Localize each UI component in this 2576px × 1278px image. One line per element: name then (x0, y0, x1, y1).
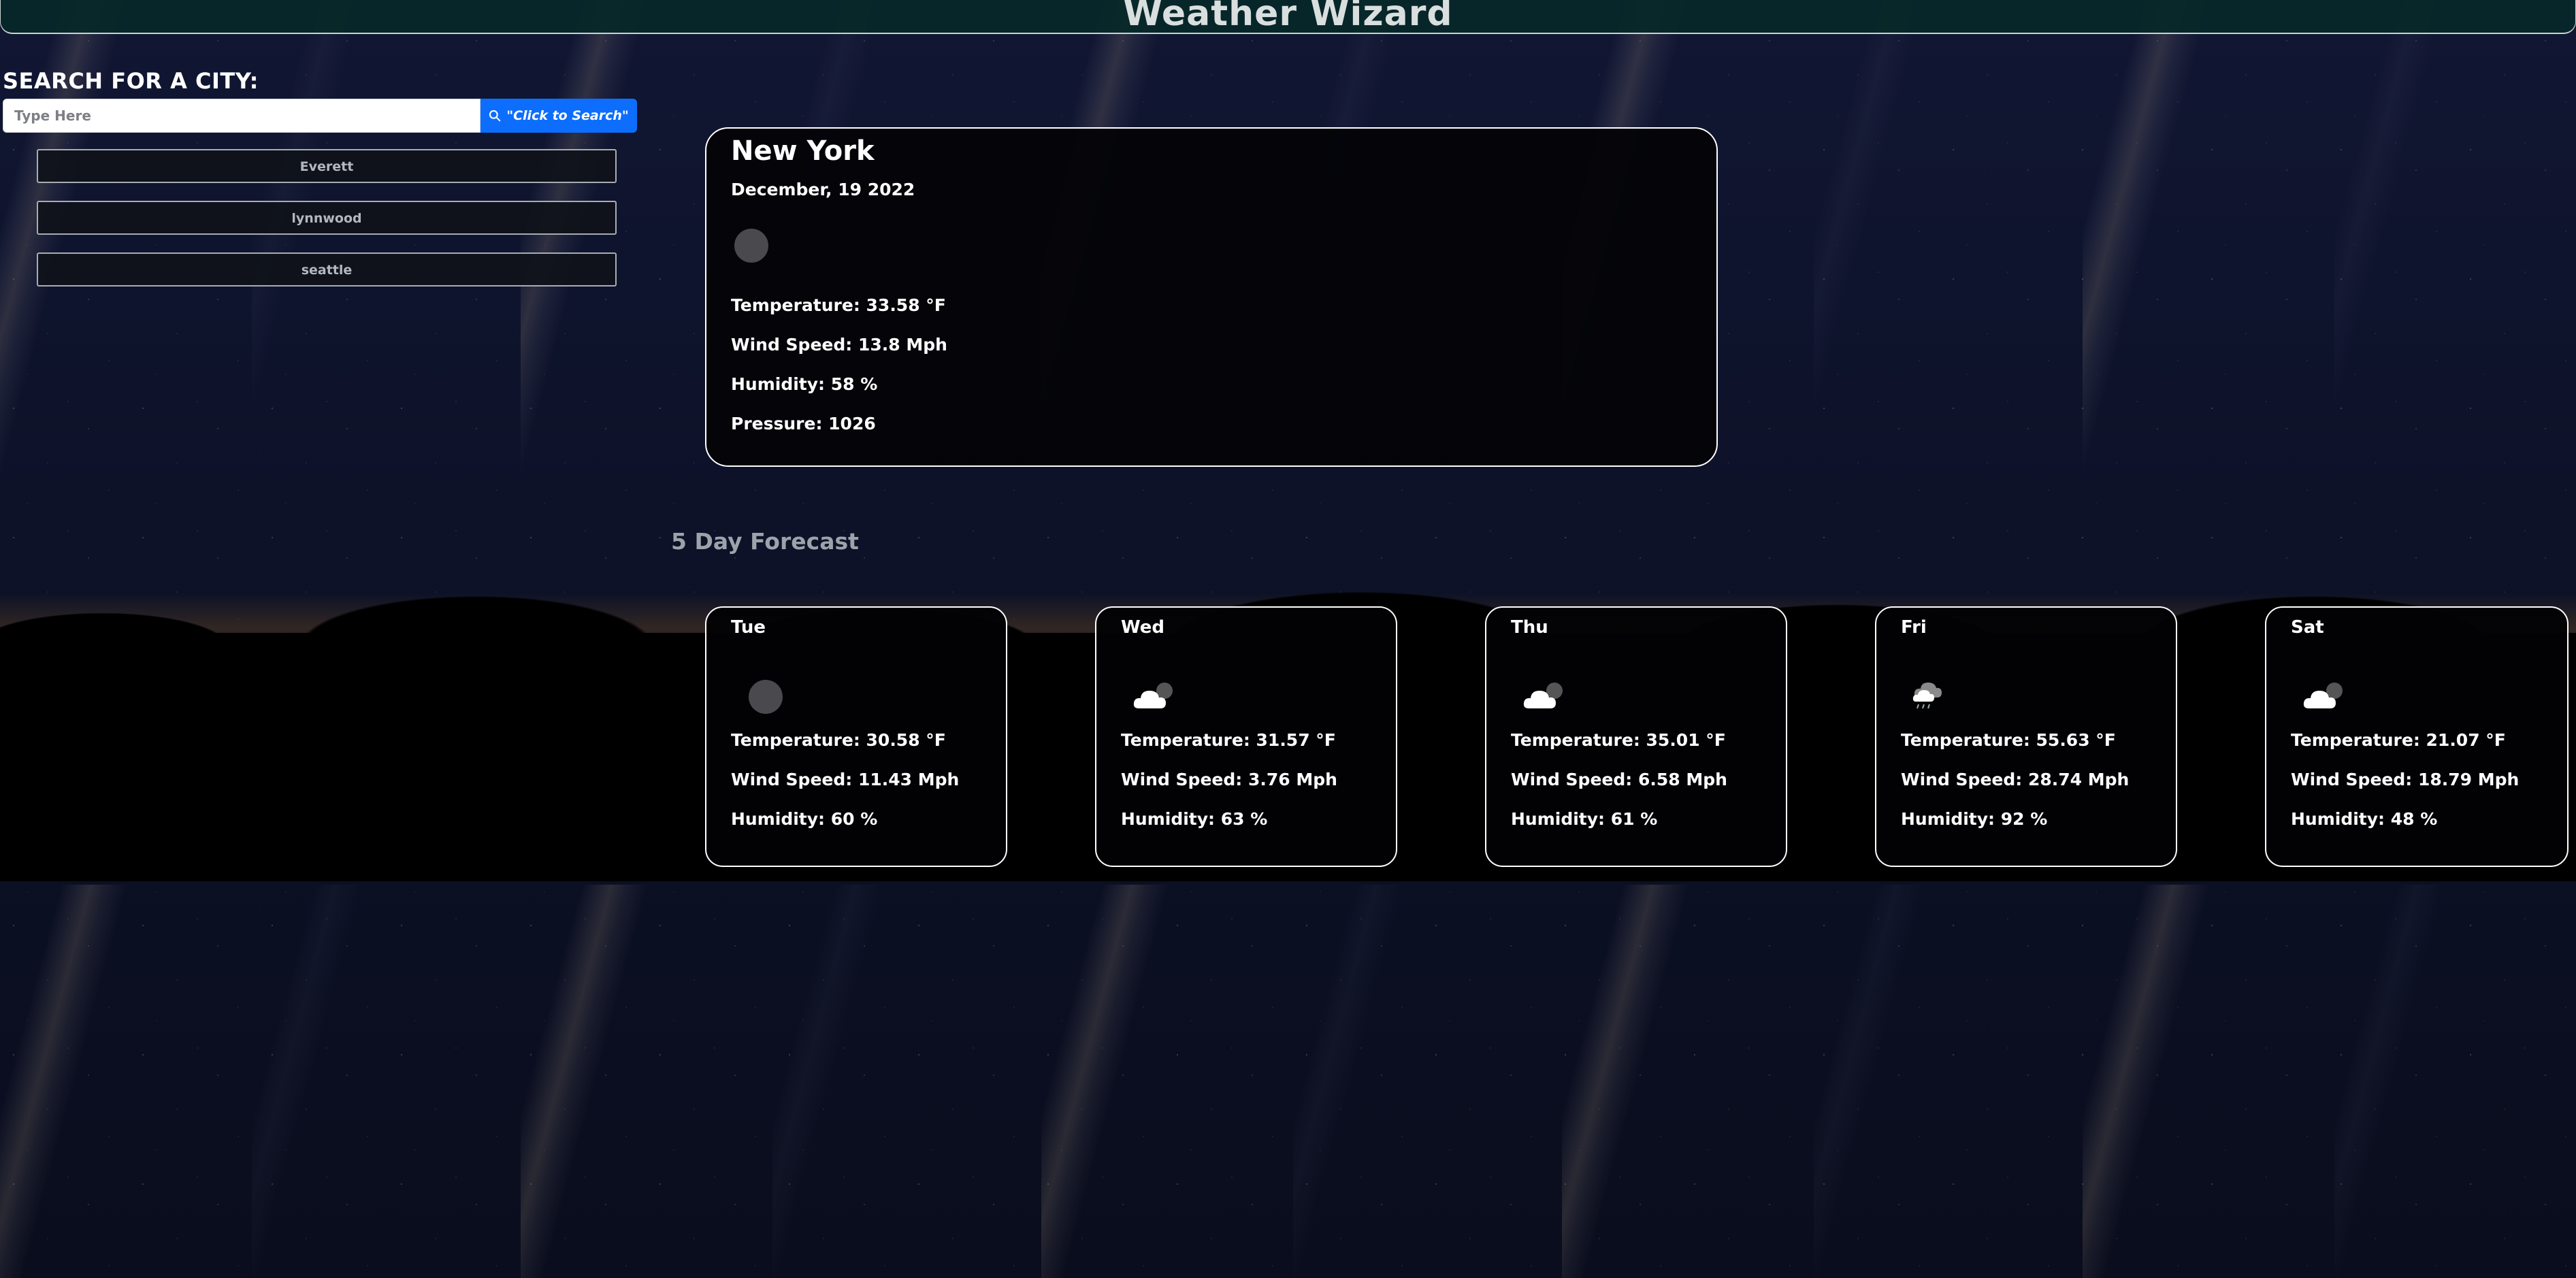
forecast-wind-speed: Wind Speed: 11.43 Mph (731, 770, 960, 789)
app-header: Weather Wizard (0, 0, 2576, 34)
forecast-day: Wed (1121, 617, 1164, 638)
forecast-day: Fri (1901, 617, 1927, 638)
moon-icon (734, 229, 768, 263)
forecast-title: 5 Day Forecast (671, 528, 859, 555)
forecast-wind-speed: Wind Speed: 28.74 Mph (1901, 770, 2130, 789)
current-weather-card: New York December, 19 2022 Temperature: … (705, 127, 1718, 467)
search-bar: "Click to Search" (3, 99, 637, 133)
forecast-day: Thu (1511, 617, 1548, 638)
forecast-temperature: Temperature: 31.57 °F (1121, 730, 1336, 750)
forecast-card-fri: Fri Temperature: 55.63 °F Wind Speed: 28… (1875, 606, 2177, 867)
search-label: SEARCH FOR A CITY: (3, 68, 259, 94)
search-history: Everett lynnwood seattle (37, 149, 617, 304)
forecast-temperature: Temperature: 30.58 °F (731, 730, 946, 750)
forecast-day: Sat (2291, 617, 2324, 638)
forecast-wind-speed: Wind Speed: 18.79 Mph (2291, 770, 2520, 789)
history-item-everett[interactable]: Everett (37, 149, 617, 183)
current-city: New York (731, 135, 875, 167)
history-item-seattle[interactable]: seattle (37, 252, 617, 286)
history-item-lynnwood[interactable]: lynnwood (37, 201, 617, 235)
search-button[interactable]: "Click to Search" (480, 99, 637, 133)
current-humidity: Humidity: 58 % (731, 374, 878, 394)
rain-cloud-icon (1912, 683, 1942, 709)
current-date: December, 19 2022 (731, 180, 915, 199)
forecast-humidity: Humidity: 92 % (1901, 809, 2048, 829)
cloud-icon (1523, 683, 1563, 708)
cloud-icon (2303, 683, 2343, 708)
search-input[interactable] (3, 99, 480, 133)
forecast-humidity: Humidity: 63 % (1121, 809, 1268, 829)
search-button-label: "Click to Search" (506, 108, 629, 123)
current-wind-speed: Wind Speed: 13.8 Mph (731, 335, 947, 355)
current-pressure: Pressure: 1026 (731, 414, 876, 433)
moon-icon (749, 680, 787, 714)
forecast-card-tue: Tue Temperature: 30.58 °F Wind Speed: 11… (705, 606, 1007, 867)
forecast-day: Tue (731, 617, 766, 638)
forecast-humidity: Humidity: 61 % (1511, 809, 1658, 829)
forecast-card-thu: Thu Temperature: 35.01 °F Wind Speed: 6.… (1485, 606, 1787, 867)
forecast-temperature: Temperature: 35.01 °F (1511, 730, 1726, 750)
forecast-humidity: Humidity: 60 % (731, 809, 878, 829)
forecast-card-wed: Wed Temperature: 31.57 °F Wind Speed: 3.… (1095, 606, 1397, 867)
app-title: Weather Wizard (1123, 0, 1453, 34)
forecast-wind-speed: Wind Speed: 3.76 Mph (1121, 770, 1337, 789)
cloud-icon (1133, 683, 1173, 708)
forecast-temperature: Temperature: 55.63 °F (1901, 730, 2116, 750)
forecast-temperature: Temperature: 21.07 °F (2291, 730, 2506, 750)
forecast-wind-speed: Wind Speed: 6.58 Mph (1511, 770, 1727, 789)
current-temperature: Temperature: 33.58 °F (731, 295, 946, 315)
forecast-card-sat: Sat Temperature: 21.07 °F Wind Speed: 18… (2265, 606, 2569, 867)
forecast-humidity: Humidity: 48 % (2291, 809, 2438, 829)
search-icon (489, 110, 501, 122)
